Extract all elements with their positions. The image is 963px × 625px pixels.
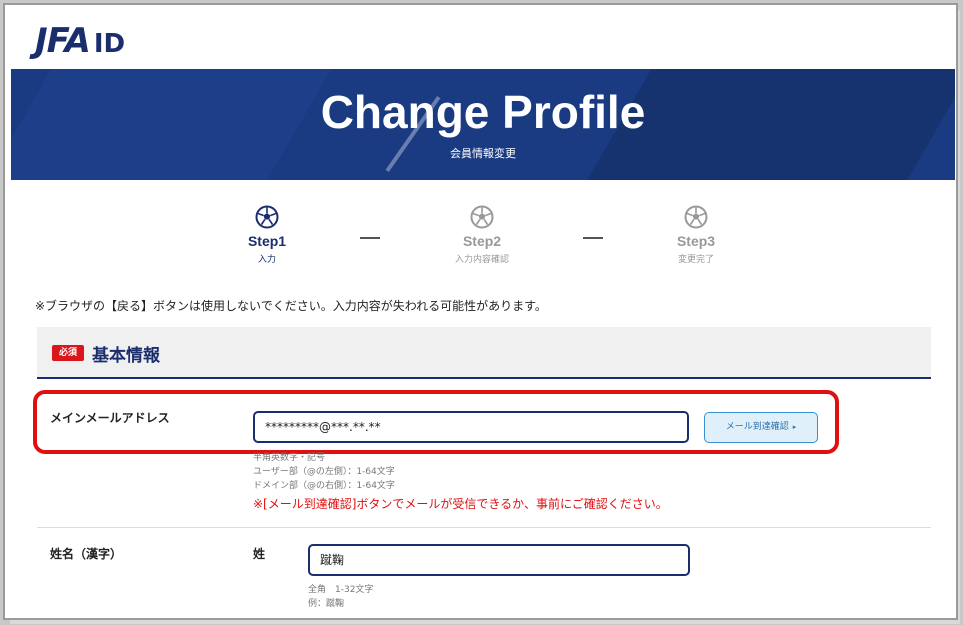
- last-name-label: 姓: [253, 547, 266, 561]
- divider: [37, 527, 931, 528]
- section-title: 基本情報: [92, 346, 160, 366]
- highlight-box: [33, 390, 839, 454]
- logo-main: JFA: [35, 21, 91, 61]
- email-hint-1: 半角英数字・記号: [253, 453, 326, 463]
- email-hint-2: ユーザー部（@の左側）：1-64文字: [253, 467, 395, 477]
- section-header: 必須 基本情報: [37, 327, 931, 379]
- hero-banner: Change Profile 会員情報変更: [11, 69, 955, 180]
- page-title: Change Profile: [320, 86, 646, 138]
- page-frame: JFA ID Change Profile 会員情報変更 Step1 入力 St…: [3, 3, 958, 620]
- required-badge: 必須: [52, 345, 84, 361]
- jfa-id-logo[interactable]: JFA ID: [35, 21, 125, 61]
- step-1-label: Step1: [247, 233, 287, 249]
- step-connector: [360, 237, 380, 239]
- step-3-desc: 変更完了: [677, 255, 714, 265]
- step-connector: [583, 237, 603, 239]
- page-subtitle: 会員情報変更: [450, 147, 516, 160]
- step-1: Step1 入力: [217, 205, 317, 265]
- logo-suffix: ID: [93, 29, 126, 59]
- name-hint-2: 例：蹴鞠: [308, 599, 345, 609]
- step-3: Step3 変更完了: [646, 205, 746, 265]
- step-indicator: Step1 入力 Step2 入力内容確認 Step3 変更完了: [5, 205, 956, 275]
- step-2-label: Step2: [462, 233, 502, 249]
- last-name-input[interactable]: 蹴鞠: [308, 544, 690, 576]
- name-kanji-label: 姓名（漢字）: [50, 547, 123, 561]
- back-button-notice: ※ブラウザの【戻る】ボタンは使用しないでください。入力内容が失われる可能性があり…: [35, 299, 547, 313]
- soccer-ball-icon: [255, 205, 279, 229]
- email-hint-3: ドメイン部（@の右側）：1-64文字: [253, 481, 395, 491]
- name-hint-1: 全角 1-32文字: [308, 585, 374, 595]
- soccer-ball-icon: [684, 205, 708, 229]
- step-2: Step2 入力内容確認: [432, 205, 532, 265]
- email-warning: ※[メール到達確認]ボタンでメールが受信できるか、事前にご確認ください。: [253, 497, 668, 511]
- soccer-ball-icon: [470, 205, 494, 229]
- step-2-desc: 入力内容確認: [454, 255, 509, 265]
- step-1-desc: 入力: [257, 255, 276, 265]
- step-3-label: Step3: [676, 233, 716, 249]
